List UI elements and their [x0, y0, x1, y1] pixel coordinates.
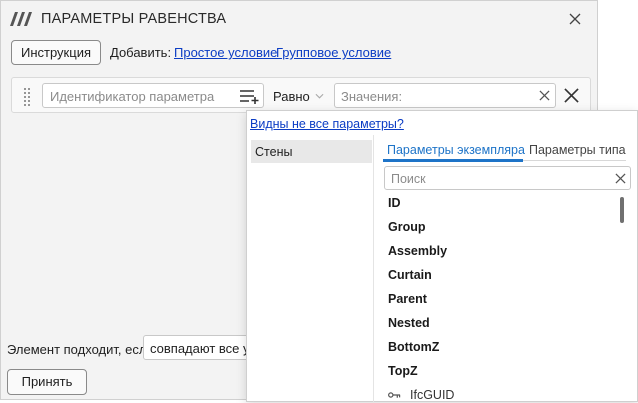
param-list-item[interactable]: Parent [388, 292, 427, 306]
tab-type-parameters[interactable]: Параметры типа [529, 143, 626, 157]
tab-instance-parameters[interactable]: Параметры экземпляра [387, 143, 525, 157]
scrollbar-thumb[interactable] [620, 197, 624, 223]
param-list-item[interactable]: BottomZ [388, 340, 439, 354]
match-mode-value: совпадают все усл [150, 341, 253, 356]
drag-handle-icon[interactable] [22, 86, 32, 106]
clear-values-icon[interactable] [539, 90, 550, 101]
search-placeholder: Поиск [391, 172, 426, 186]
match-mode-label: Элемент подходит, если [7, 342, 154, 357]
active-tab-indicator [383, 159, 523, 162]
param-list-item[interactable]: ID [388, 196, 401, 210]
values-input[interactable]: Значения: [334, 83, 556, 108]
chevron-down-icon[interactable] [315, 93, 324, 99]
param-list-item[interactable]: Assembly [388, 244, 447, 258]
param-list-item-label: IfcGUID [410, 388, 455, 402]
add-parameter-list-icon[interactable] [239, 88, 261, 104]
parameter-picker-popup: Видны не все параметры? Стены Параметры … [246, 110, 638, 403]
divider [373, 135, 374, 403]
parameter-id-placeholder: Идентификатор параметра [50, 89, 215, 104]
search-input[interactable]: Поиск [384, 166, 631, 190]
title-bar: ПАРАМЕТРЫ РАВЕНСТВА [1, 1, 599, 37]
app-logo-icon [10, 12, 32, 26]
condition-row: Идентификатор параметра Равно Значения: [11, 77, 591, 113]
param-list-item[interactable]: Nested [388, 316, 430, 330]
match-mode-select[interactable]: совпадают все усл [143, 335, 253, 360]
category-item[interactable]: Стены [251, 140, 372, 163]
group-condition-link[interactable]: Групповое условие [276, 45, 391, 60]
accept-button[interactable]: Принять [7, 369, 87, 395]
key-icon [388, 392, 401, 398]
instruction-button[interactable]: Инструкция [11, 40, 101, 65]
param-list-item[interactable]: Curtain [388, 268, 432, 282]
values-placeholder: Значения: [341, 89, 403, 104]
category-label: Стены [255, 145, 293, 159]
close-icon[interactable] [567, 11, 583, 27]
not-all-parameters-link[interactable]: Видны не все параметры? [250, 117, 404, 131]
clear-search-icon[interactable] [615, 173, 626, 184]
list-item-partial[interactable]: IfcGUID [388, 387, 588, 402]
window-title: ПАРАМЕТРЫ РАВЕНСТВА [41, 11, 227, 27]
param-list-item[interactable]: TopZ [388, 364, 418, 378]
add-label: Добавить: [110, 45, 172, 60]
parameter-id-input[interactable]: Идентификатор параметра [42, 83, 264, 108]
operator-select[interactable]: Равно [273, 89, 310, 104]
param-list-item[interactable]: Group [388, 220, 426, 234]
remove-condition-icon[interactable] [564, 88, 579, 103]
simple-condition-link[interactable]: Простое условие [174, 45, 277, 60]
